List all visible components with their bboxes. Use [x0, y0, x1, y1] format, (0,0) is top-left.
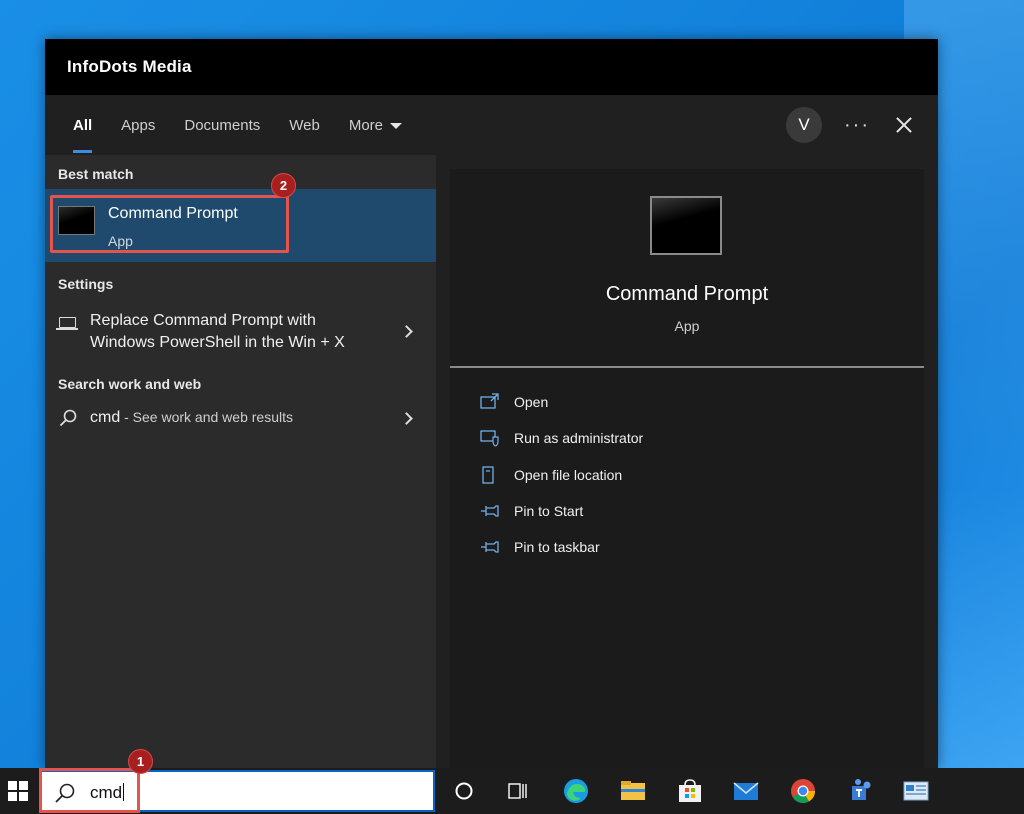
- file-explorer-icon[interactable]: [619, 777, 647, 805]
- action-open-label: Open: [514, 394, 549, 410]
- taskbar: cmd: [0, 768, 1024, 814]
- panel-title: InfoDots Media: [45, 39, 938, 95]
- laptop-icon: [56, 317, 78, 330]
- avatar[interactable]: V: [786, 107, 822, 143]
- store-icon[interactable]: [676, 777, 704, 805]
- close-icon[interactable]: [892, 113, 916, 137]
- teams-icon[interactable]: [846, 777, 874, 805]
- web-search-item[interactable]: cmd - See work and web results: [45, 405, 436, 435]
- annotation-box-1: [39, 768, 140, 813]
- web-search-query: cmd: [90, 409, 121, 426]
- search-icon: [59, 409, 77, 427]
- annotation-badge-1: 1: [128, 749, 153, 774]
- preview-subtitle: App: [674, 318, 700, 334]
- action-open[interactable]: Open: [480, 390, 548, 414]
- action-open-file-location[interactable]: Open file location: [480, 463, 622, 487]
- tab-all[interactable]: All: [63, 95, 102, 155]
- filter-tabs: All Apps Documents Web More V ···: [45, 95, 938, 155]
- mail-icon[interactable]: [732, 777, 760, 805]
- chevron-down-icon: [390, 123, 403, 129]
- action-pin-to-taskbar-label: Pin to taskbar: [514, 539, 600, 555]
- open-icon: [480, 393, 499, 409]
- command-prompt-large-icon: [650, 196, 722, 255]
- annotation-box-2: [50, 195, 289, 253]
- tab-web[interactable]: Web: [279, 95, 330, 155]
- action-pin-to-taskbar[interactable]: Pin to taskbar: [480, 535, 600, 559]
- file-location-icon: [482, 466, 494, 484]
- settings-heading: Settings: [58, 276, 114, 292]
- start-search-panel: InfoDots Media All Apps Documents Web Mo…: [45, 39, 938, 768]
- best-match-heading: Best match: [58, 166, 134, 182]
- annotation-badge-2: 2: [271, 173, 296, 198]
- settings-item-label: Replace Command Prompt with Windows Powe…: [90, 312, 345, 351]
- tab-more-label: More: [348, 116, 384, 134]
- control-panel-icon[interactable]: [902, 777, 930, 805]
- divider: [450, 366, 924, 368]
- preview-title: Command Prompt: [605, 283, 769, 305]
- action-pin-to-start[interactable]: Pin to Start: [480, 499, 583, 523]
- shield-icon: [480, 430, 499, 447]
- results-list: Best match Command Prompt App 2 Settings…: [45, 155, 436, 768]
- chevron-right-icon: [400, 325, 413, 338]
- tab-apps[interactable]: Apps: [111, 95, 165, 155]
- web-search-label: cmd - See work and web results: [90, 409, 293, 427]
- action-pin-to-start-label: Pin to Start: [514, 503, 584, 519]
- tab-documents[interactable]: Documents: [174, 95, 270, 155]
- action-run-as-administrator[interactable]: Run as administrator: [480, 426, 643, 450]
- more-options-button[interactable]: ···: [844, 114, 870, 137]
- action-run-as-administrator-label: Run as administrator: [514, 430, 644, 446]
- windows-start-icon[interactable]: [8, 781, 28, 801]
- chrome-icon[interactable]: [789, 777, 817, 805]
- edge-icon[interactable]: [562, 777, 590, 805]
- action-open-file-location-label: Open file location: [514, 467, 623, 483]
- task-view-icon[interactable]: [504, 777, 532, 805]
- search-work-web-heading: Search work and web: [58, 376, 202, 392]
- tab-more[interactable]: More: [339, 95, 412, 155]
- preview-pane: Command Prompt App Open Run as administr…: [450, 169, 924, 768]
- pin-icon: [481, 505, 499, 517]
- web-search-suffix: - See work and web results: [120, 409, 293, 425]
- chevron-right-icon: [400, 412, 413, 425]
- pin-icon: [481, 541, 499, 553]
- settings-item[interactable]: Replace Command Prompt with Windows Powe…: [45, 308, 436, 358]
- cortana-icon[interactable]: [450, 777, 478, 805]
